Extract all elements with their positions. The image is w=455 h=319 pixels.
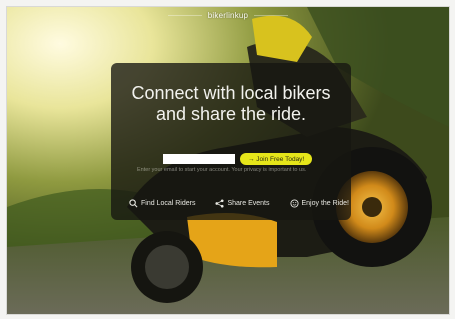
email-field[interactable]	[163, 154, 235, 164]
brand-divider-right	[254, 14, 289, 16]
search-icon	[129, 198, 138, 207]
feature-label: Share Events	[227, 199, 270, 207]
feature-enjoy-ride[interactable]: Enjoy the Ride!	[289, 198, 349, 208]
headline-line-1: Connect with local bikers	[131, 83, 331, 103]
page-frame: bikerlinkup Connect with local bikers an…	[6, 6, 450, 315]
feature-label: Enjoy the Ride!	[301, 199, 349, 207]
join-free-button[interactable]: → Join Free Today!	[240, 153, 313, 165]
feature-find-riders[interactable]: Find Local Riders	[129, 198, 196, 208]
top-bar: bikerlinkup	[7, 7, 449, 23]
signup-form: → Join Free Today!	[163, 153, 323, 165]
hero-panel: Connect with local bikers and share the …	[111, 63, 351, 220]
hero-headline: Connect with local bikers and share the …	[111, 83, 351, 125]
brand-divider-left	[167, 14, 202, 16]
feature-share-events[interactable]: Share Events	[215, 198, 270, 208]
feature-list: Find Local Riders Share Events Enjoy the…	[129, 197, 349, 209]
smiley-icon	[289, 198, 299, 208]
headline-line-2: and share the ride.	[155, 104, 307, 124]
share-icon	[215, 198, 225, 208]
brand-logo[interactable]: bikerlinkup	[202, 11, 254, 20]
feature-label: Find Local Riders	[141, 199, 196, 207]
signup-note: Enter your email to start your account. …	[137, 167, 307, 173]
